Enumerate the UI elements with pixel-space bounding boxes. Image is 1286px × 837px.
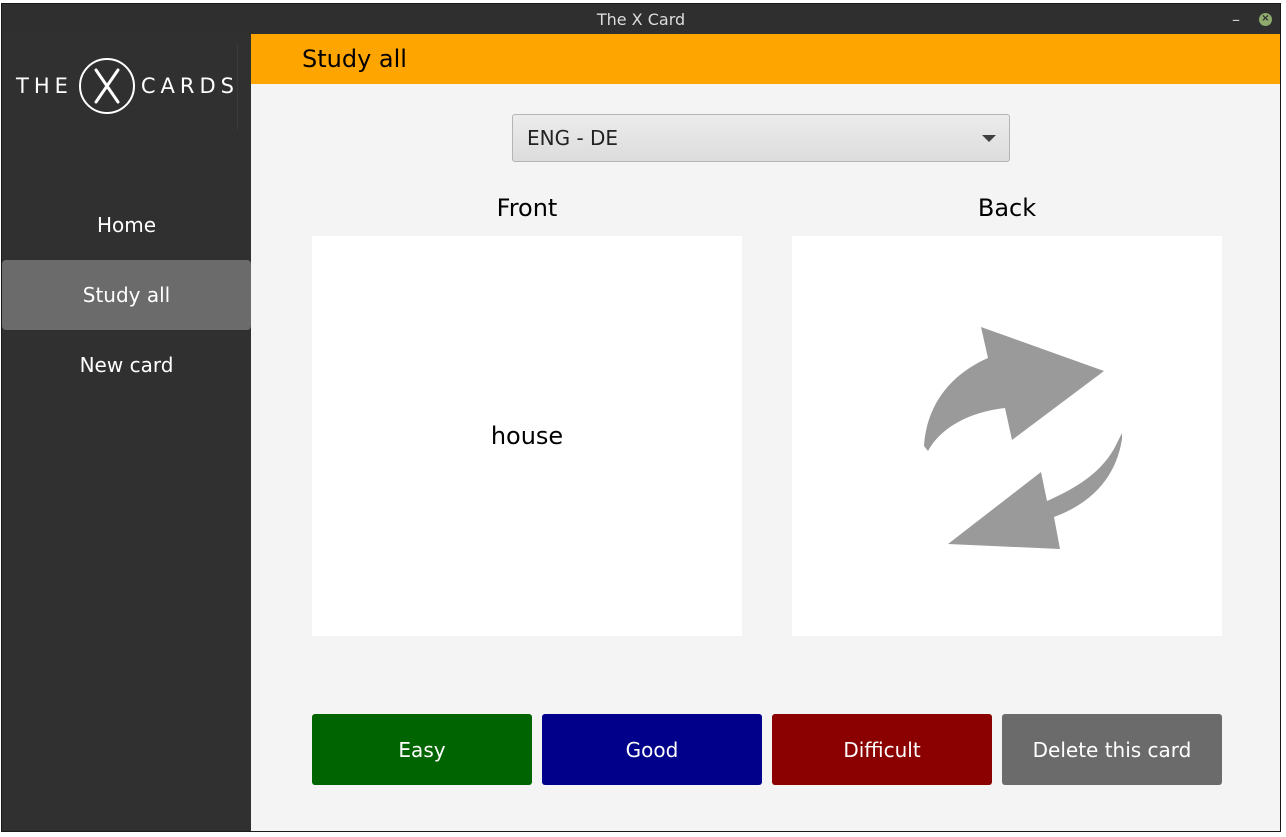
back-card[interactable] [792, 236, 1222, 636]
easy-button-label: Easy [398, 737, 446, 762]
refresh-arrows-icon [924, 327, 1122, 549]
delete-card-button[interactable]: Delete this card [1002, 714, 1222, 785]
close-button[interactable]: × [1259, 4, 1272, 34]
minimize-icon[interactable]: – [1232, 4, 1240, 34]
x-logo-icon [78, 58, 135, 114]
sidebar-item-label: Home [96, 213, 157, 237]
close-icon: × [1259, 12, 1272, 26]
sidebar: THE CARDS Home Study all New card [2, 34, 251, 831]
chevron-down-icon [982, 135, 996, 142]
app-window: The X Card – × THE CARDS Home Study all … [1, 3, 1281, 832]
deck-select-value: ENG - DE [527, 126, 619, 150]
title-bar: The X Card – × [2, 4, 1280, 34]
logo-divider [237, 44, 238, 130]
good-button-label: Good [625, 737, 679, 762]
difficult-button-label: Difficult [843, 737, 921, 762]
good-button[interactable]: Good [542, 714, 762, 785]
page-title: Study all [302, 45, 407, 73]
sidebar-item-new-card[interactable]: New card [2, 330, 251, 400]
difficult-button[interactable]: Difficult [772, 714, 992, 785]
sidebar-item-label: Study all [82, 283, 171, 307]
main-content: Study all ENG - DE Front Back house Easy… [251, 34, 1280, 831]
sidebar-item-study-all[interactable]: Study all [2, 260, 251, 330]
front-card[interactable]: house [312, 236, 742, 636]
deck-select[interactable]: ENG - DE [512, 114, 1010, 162]
easy-button[interactable]: Easy [312, 714, 532, 785]
page-header: Study all [251, 34, 1280, 84]
sidebar-item-home[interactable]: Home [2, 190, 251, 260]
delete-card-button-label: Delete this card [1032, 737, 1192, 762]
logo-text-left: THE [16, 74, 73, 98]
sidebar-item-label: New card [79, 353, 174, 377]
front-label: Front [496, 194, 558, 222]
window-title: The X Card [596, 9, 686, 29]
app-logo: THE CARDS [16, 56, 240, 116]
logo-text-right: CARDS [140, 74, 240, 98]
back-label: Back [977, 194, 1037, 222]
front-card-text: house [490, 422, 564, 450]
